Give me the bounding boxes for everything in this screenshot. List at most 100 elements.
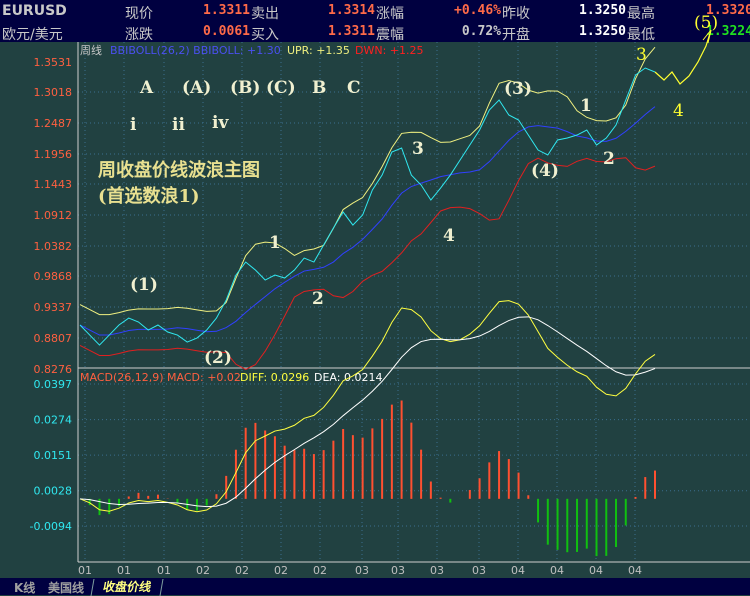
- wave-label: iv: [212, 113, 229, 133]
- wave-label: (A): [182, 78, 211, 98]
- wave-label: B: [312, 78, 326, 98]
- time-tick: 04: [589, 564, 603, 577]
- wave-label: A: [139, 78, 154, 98]
- wave-label: (1): [130, 275, 158, 295]
- field-label: 最低: [627, 27, 655, 43]
- macd-tick: 0.0028: [34, 485, 73, 498]
- price-panel: [79, 46, 656, 371]
- wave-label: 2: [312, 289, 324, 309]
- grid: [78, 42, 750, 562]
- price-axis: 1.3531 1.3018 1.2487 1.1956 1.1443 1.0912 1.03…: [34, 56, 73, 376]
- time-tick: 02: [313, 564, 327, 577]
- time-tick: 04: [511, 564, 525, 577]
- field-label: 涨幅: [376, 6, 404, 22]
- wave-label: 4: [673, 101, 684, 121]
- field-label: 涨跌: [125, 27, 153, 43]
- amplitude: 0.72%: [461, 24, 501, 39]
- period-label: 周线: [80, 43, 102, 57]
- macd-legend-label: MACD(26,12,9) MACD: +0.02: [80, 371, 241, 384]
- tab-us-line[interactable]: 美国线: [48, 579, 84, 596]
- time-tick: 03: [391, 564, 405, 577]
- diff-line: [79, 300, 656, 513]
- time-tick: 02: [235, 564, 249, 577]
- field-label: 开盘: [502, 27, 530, 43]
- field-label: 最高: [627, 6, 655, 22]
- upr-legend: UPR: +1.35: [287, 44, 350, 57]
- price-tick: 1.3018: [34, 86, 73, 99]
- macd-tick: 0.0397: [34, 378, 73, 391]
- wave-label: (C): [266, 78, 296, 98]
- price-tick: 0.9337: [34, 301, 73, 314]
- price-tick: 0.9868: [34, 270, 73, 283]
- diff-legend: DIFF: 0.0296: [240, 371, 309, 384]
- wave-label: ii: [172, 115, 185, 135]
- wave-label: 3: [636, 45, 647, 65]
- time-tick: 01: [117, 564, 131, 577]
- indicator-legend: 周线 BBIBOLL(26,2) BBIBOLL: +1.30 UPR: +1.…: [80, 43, 424, 57]
- time-tick: 02: [274, 564, 288, 577]
- wave-label: 2: [603, 149, 615, 169]
- price-tick: 1.0912: [34, 209, 73, 222]
- tab-close-line[interactable]: 收盘价线: [90, 579, 164, 596]
- time-tick: 02: [196, 564, 210, 577]
- field-label: 卖出: [251, 6, 279, 22]
- caption-line-1: 周收盘价线波浪主图: [98, 159, 260, 181]
- field-label: 昨收: [502, 6, 530, 22]
- macd-tick: 0.0151: [34, 449, 73, 462]
- boll-mid-line: [79, 106, 656, 336]
- close-price-line: [79, 67, 656, 346]
- high-price: 1.3320: [706, 3, 750, 18]
- ask-price: 1.3314: [328, 3, 375, 18]
- change-percent: +0.46%: [454, 3, 501, 18]
- macd-tick: -0.0094: [30, 520, 72, 533]
- lower-band-line: [79, 157, 656, 371]
- wave-label: C: [347, 78, 361, 98]
- macd-legend: MACD(26,12,9) MACD: +0.02 DIFF: 0.0296 D…: [80, 371, 382, 384]
- price-tick: 1.3531: [34, 56, 73, 69]
- wave-label: (2): [204, 348, 232, 368]
- wave-label: i: [130, 115, 137, 135]
- wave-labels: A (A) (B) (C) B C i ii iv (1) (2) 1 2 3 …: [130, 13, 718, 368]
- price-tick: 1.1443: [34, 178, 73, 191]
- wave-label: 3: [412, 139, 424, 159]
- macd-tick: 0.0274: [34, 414, 73, 427]
- wave-label: 4: [443, 226, 455, 246]
- dwn-legend: DWN: +1.25: [355, 44, 424, 57]
- dea-line: [79, 316, 656, 508]
- caption-line-2: (首选数浪1): [98, 185, 200, 207]
- field-label: 买入: [251, 27, 279, 43]
- symbol-name: 欧元/美元: [2, 27, 63, 43]
- boll-legend: BBIBOLL(26,2) BBIBOLL: +1.30: [110, 44, 281, 57]
- chart-area: 1.3531 1.3018 1.2487 1.1956 1.1443 1.0912 1.03…: [30, 13, 750, 577]
- dea-legend: DEA: 0.0214: [314, 371, 382, 384]
- field-label: 震幅: [376, 27, 404, 43]
- chart-caption: 周收盘价线波浪主图 (首选数浪1): [98, 159, 260, 207]
- upper-band-line: [79, 46, 656, 316]
- wave-label: (4): [531, 161, 559, 181]
- wave-label: (3): [504, 79, 532, 99]
- time-tick: 01: [78, 564, 92, 577]
- tab-k-line[interactable]: K线: [14, 579, 35, 596]
- macd-axis: 0.0397 0.0274 0.0151 0.0028 -0.0094: [30, 378, 72, 533]
- low-price: 1.3224: [706, 24, 750, 39]
- wave-label: 1: [580, 96, 592, 116]
- price-tick: 1.0382: [34, 240, 73, 253]
- price-tick: 0.8807: [34, 332, 73, 345]
- time-tick: 04: [550, 564, 564, 577]
- change: 0.0061: [203, 24, 250, 39]
- wave-label: (B): [230, 78, 260, 98]
- prev-close: 1.3250: [579, 3, 626, 18]
- open-price: 1.3250: [579, 24, 626, 39]
- time-tick: 04: [628, 564, 642, 577]
- quote-header: EURUSD 欧元/美元 现价 1.3311 卖出 1.3314 涨幅 +0.4…: [0, 0, 750, 43]
- time-tick: 03: [472, 564, 486, 577]
- chart-tabs: K线 美国线 收盘价线: [0, 578, 750, 596]
- time-tick: 03: [430, 564, 444, 577]
- bid-price: 1.3311: [328, 24, 375, 39]
- price-tick: 1.1956: [34, 148, 73, 161]
- wave-label: 1: [269, 233, 281, 253]
- symbol: EURUSD: [2, 3, 67, 19]
- last-price: 1.3311: [203, 3, 250, 18]
- time-tick: 03: [355, 564, 369, 577]
- price-tick: 0.8276: [34, 363, 73, 376]
